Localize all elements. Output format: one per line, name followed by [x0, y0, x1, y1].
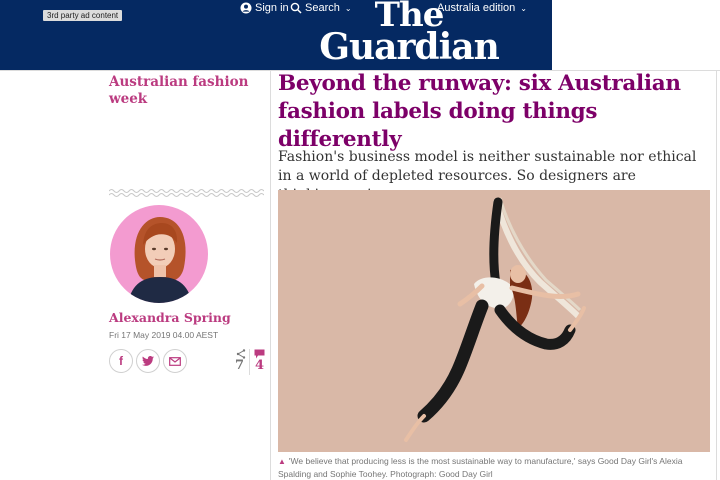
sign-in-link[interactable]: Sign in: [240, 2, 289, 14]
logo-guardian: Guardian: [319, 26, 500, 69]
section-label[interactable]: Australian fashion week: [109, 74, 259, 108]
share-count: 7: [235, 358, 245, 373]
user-icon: [240, 2, 252, 14]
comment-count[interactable]: 4: [255, 358, 264, 373]
article-main-image: [278, 190, 710, 452]
caption-text: 'We believe that producing less is the m…: [278, 456, 683, 479]
author-portrait: [128, 217, 192, 303]
email-share-button[interactable]: [163, 349, 187, 373]
sign-in-label: Sign in: [255, 2, 289, 14]
masthead: 3rd party ad content Sign in Search ⌄ Th…: [0, 0, 552, 70]
twitter-icon: [142, 356, 154, 366]
image-caption: ▲ 'We believe that producing less is the …: [278, 455, 716, 480]
ad-label: 3rd party ad content: [43, 10, 123, 21]
caption-triangle-icon: ▲: [278, 457, 286, 466]
edition-label: Australia edition: [437, 2, 516, 14]
author-avatar: [110, 205, 208, 303]
right-rule: [716, 70, 717, 480]
edition-selector[interactable]: Australia edition ⌄: [437, 2, 527, 14]
facebook-icon: f: [119, 354, 123, 368]
dancer-photo: [278, 190, 710, 452]
search-icon: [290, 2, 302, 14]
twitter-share-button[interactable]: [136, 349, 160, 373]
column-divider: [270, 70, 271, 480]
article-headline: Beyond the runway: six Australian fashio…: [278, 71, 681, 152]
publish-date: Fri 17 May 2019 04.00 AEST: [109, 330, 219, 340]
facebook-share-button[interactable]: f: [109, 349, 133, 373]
counts-divider: [249, 349, 250, 375]
chevron-down-icon: ⌄: [520, 3, 527, 13]
email-icon: [169, 356, 181, 366]
author-name[interactable]: Alexandra Spring: [109, 310, 231, 325]
wavy-divider: [109, 189, 264, 197]
